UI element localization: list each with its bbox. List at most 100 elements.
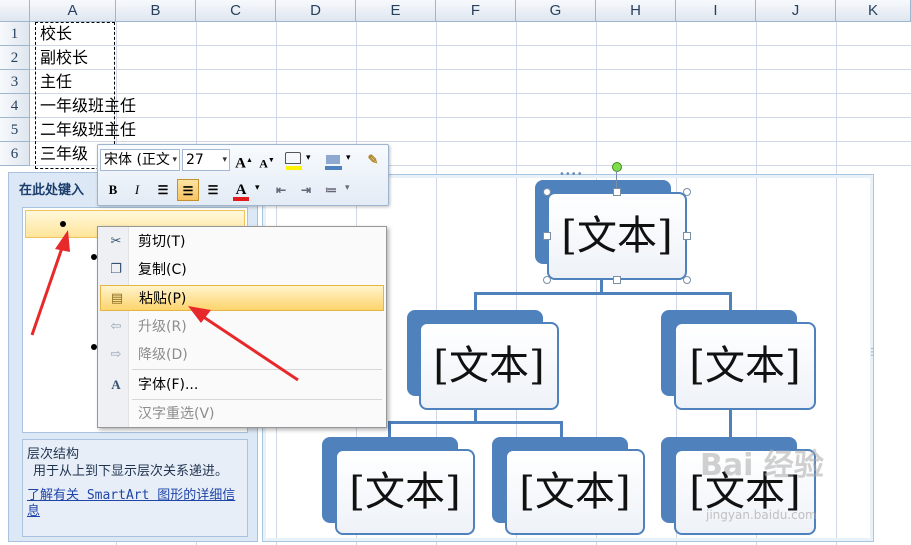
column-header-e[interactable]: E bbox=[356, 0, 436, 22]
paste-icon: ▤ bbox=[110, 291, 124, 306]
smartart-node-bottom-1[interactable]: [文本] bbox=[335, 449, 475, 535]
bold-button[interactable]: B bbox=[102, 179, 124, 201]
column-header-k[interactable]: K bbox=[836, 0, 911, 22]
font-name-box[interactable]: 宋体 (正文 ▾ bbox=[100, 149, 180, 171]
menu-item-label: 升级(R) bbox=[138, 319, 187, 335]
watermark-logo: Bai 经验 bbox=[700, 448, 824, 483]
grow-font-button[interactable]: A▲ bbox=[233, 149, 255, 171]
scissors-icon: ✂ bbox=[110, 234, 122, 249]
resize-handle-l[interactable] bbox=[543, 232, 551, 240]
resize-handle-bl[interactable] bbox=[543, 276, 551, 284]
resize-handle-b[interactable] bbox=[613, 276, 621, 284]
select-all-corner[interactable] bbox=[0, 0, 30, 22]
column-header-j[interactable]: J bbox=[756, 0, 836, 22]
connector bbox=[474, 292, 477, 310]
column-header-i[interactable]: I bbox=[676, 0, 756, 22]
chevron-down-icon[interactable]: ▾ bbox=[345, 183, 350, 193]
font-icon: A bbox=[111, 377, 121, 392]
bullets-icon: ≔ bbox=[325, 183, 337, 197]
chevron-down-icon[interactable]: ▾ bbox=[172, 150, 177, 170]
column-header-c[interactable]: C bbox=[196, 0, 276, 22]
menu-item-label: 复制(C) bbox=[138, 262, 187, 278]
resize-handle-br[interactable] bbox=[683, 276, 691, 284]
frame-handle-right[interactable]: ⋮ bbox=[867, 347, 877, 358]
decrease-indent-button[interactable]: ⇤ bbox=[270, 179, 292, 201]
font-name-value: 宋体 (正文 bbox=[104, 152, 170, 168]
menu-item-copy[interactable]: ❐ 复制(C) bbox=[100, 257, 384, 283]
text-pane-title: 在此处键入 bbox=[19, 183, 85, 198]
row-header-4[interactable]: 4 bbox=[0, 94, 30, 118]
column-header-d[interactable]: D bbox=[276, 0, 356, 22]
decrease-indent-icon: ⇤ bbox=[275, 183, 287, 197]
bullets-button[interactable]: ≔ bbox=[320, 179, 342, 201]
gridline bbox=[30, 117, 911, 118]
font-color-button[interactable]: A bbox=[230, 179, 252, 201]
format-painter-button[interactable]: ✎ bbox=[362, 149, 384, 171]
menu-item-label: 汉字重选(V) bbox=[138, 406, 215, 422]
column-header-b[interactable]: B bbox=[116, 0, 196, 22]
frame-handle-top[interactable]: •••• bbox=[559, 169, 583, 180]
rotate-handle[interactable] bbox=[612, 162, 622, 172]
font-color-icon: A bbox=[235, 182, 247, 198]
copy-icon: ❐ bbox=[110, 262, 122, 277]
chevron-down-icon[interactable]: ▾ bbox=[306, 153, 311, 163]
column-header-g[interactable]: G bbox=[516, 0, 596, 22]
smartart-node-bottom-2[interactable]: [文本] bbox=[505, 449, 645, 535]
smartart-node-mid-right[interactable]: [文本] bbox=[674, 322, 816, 410]
font-size-value: 27 bbox=[186, 152, 204, 168]
font-size-box[interactable]: 27 ▾ bbox=[182, 149, 230, 171]
column-header-a[interactable]: A bbox=[30, 0, 116, 22]
pen-icon bbox=[326, 155, 340, 164]
grow-font-icon: A bbox=[235, 155, 246, 172]
connector bbox=[474, 292, 732, 295]
row-header-5[interactable]: 5 bbox=[0, 118, 30, 142]
menu-item-paste[interactable]: ▤ 粘贴(P) bbox=[100, 285, 384, 311]
shape-fill-button[interactable] bbox=[322, 149, 344, 171]
menu-item-promote[interactable]: ⇦ 升级(R) bbox=[100, 314, 384, 340]
promote-icon: ⇦ bbox=[110, 319, 122, 334]
learn-more-link[interactable]: 了解有关 SmartArt 图形的详细信息 bbox=[27, 488, 243, 520]
connector bbox=[388, 421, 563, 424]
menu-separator bbox=[132, 399, 382, 400]
align-center-button[interactable]: ☰ bbox=[177, 179, 199, 201]
menu-separator bbox=[132, 369, 382, 370]
chevron-down-icon[interactable]: ▾ bbox=[346, 153, 351, 163]
menu-item-reconvert[interactable]: 汉字重选(V) bbox=[100, 401, 384, 427]
resize-handle-tr[interactable] bbox=[683, 188, 691, 196]
context-menu[interactable]: ✂ 剪切(T) ❐ 复制(C) ▤ 粘贴(P) ⇦ 升级(R) ⇨ 降级(D) … bbox=[97, 226, 387, 428]
row-header-6[interactable]: 6 bbox=[0, 142, 30, 166]
paintbrush-icon: ✎ bbox=[367, 152, 379, 167]
highlight-button[interactable] bbox=[282, 149, 304, 171]
mini-toolbar[interactable]: 宋体 (正文 ▾ 27 ▾ A▲ A▼ ▾ ▾ ✎ B I ☰ ☰ ☰ A ▾ … bbox=[97, 144, 389, 206]
resize-handle-tl[interactable] bbox=[543, 188, 551, 196]
row-header-1[interactable]: 1 bbox=[0, 22, 30, 46]
shrink-font-button[interactable]: A▼ bbox=[256, 149, 278, 171]
menu-item-cut[interactable]: ✂ 剪切(T) bbox=[100, 229, 384, 255]
align-right-icon: ☰ bbox=[207, 183, 219, 197]
menu-item-demote[interactable]: ⇨ 降级(D) bbox=[100, 342, 384, 368]
increase-indent-button[interactable]: ⇥ bbox=[295, 179, 317, 201]
bullet-icon bbox=[60, 221, 66, 227]
italic-button[interactable]: I bbox=[126, 179, 148, 201]
gridline bbox=[30, 45, 911, 46]
chevron-down-icon[interactable]: ▾ bbox=[222, 150, 227, 170]
menu-item-label: 剪切(T) bbox=[138, 234, 186, 250]
connector bbox=[729, 410, 732, 437]
connector bbox=[729, 292, 732, 310]
align-left-button[interactable]: ☰ bbox=[152, 179, 174, 201]
resize-handle-t[interactable] bbox=[613, 188, 621, 196]
menu-item-font[interactable]: A 字体(F)... bbox=[100, 372, 384, 398]
align-right-button[interactable]: ☰ bbox=[202, 179, 224, 201]
highlighter-icon bbox=[285, 152, 301, 164]
text-pane-info: 层次结构 用于从上到下显示层次关系递进。 了解有关 SmartArt 图形的详细… bbox=[22, 439, 248, 537]
gridline bbox=[30, 69, 911, 70]
gridline bbox=[30, 93, 911, 94]
row-header-3[interactable]: 3 bbox=[0, 70, 30, 94]
column-header-h[interactable]: H bbox=[596, 0, 676, 22]
column-header-f[interactable]: F bbox=[436, 0, 516, 22]
smartart-node-top[interactable]: [文本] bbox=[547, 192, 687, 280]
resize-handle-r[interactable] bbox=[683, 232, 691, 240]
chevron-down-icon[interactable]: ▾ bbox=[255, 183, 260, 193]
row-header-2[interactable]: 2 bbox=[0, 46, 30, 70]
smartart-node-mid-left[interactable]: [文本] bbox=[419, 322, 559, 410]
